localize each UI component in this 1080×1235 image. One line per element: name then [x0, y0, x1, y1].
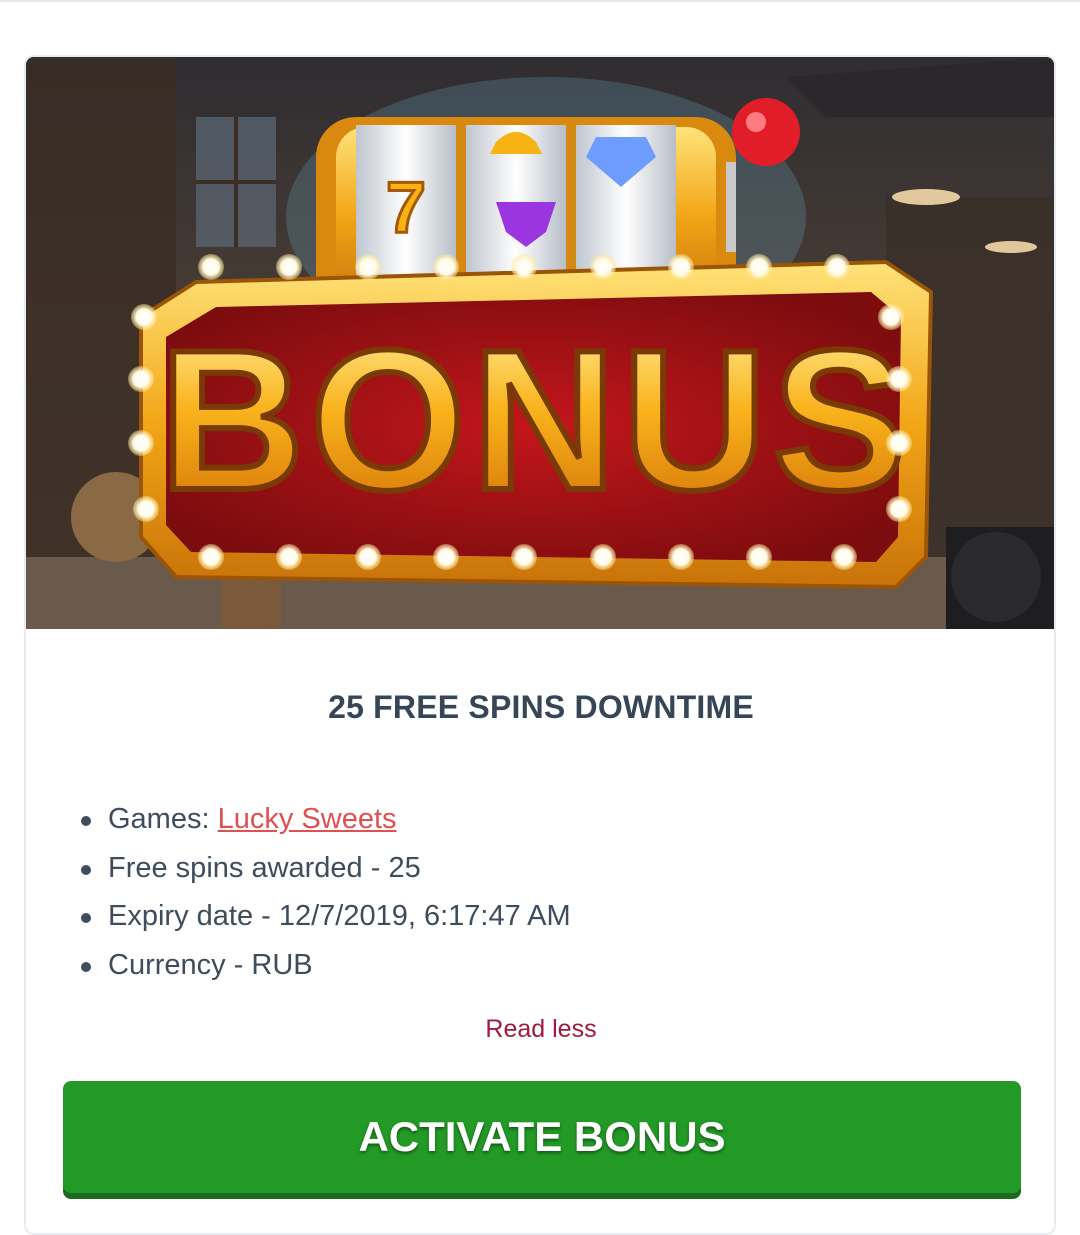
svg-text:7: 7 — [386, 168, 426, 248]
activate-bonus-button[interactable]: ACTIVATE BONUS — [63, 1081, 1021, 1193]
detail-games: Games: Lucky Sweets — [81, 799, 571, 848]
bonus-title: 25 FREE SPINS DOWNTIME — [328, 689, 754, 725]
bonus-details-list: Games: Lucky Sweets Free spins awarded -… — [81, 799, 571, 993]
bonus-card: 7 BONUS 25 FREE SPINS DOWNTIME Games: Lu… — [24, 55, 1056, 1235]
bullet-icon — [81, 864, 91, 875]
expiry-text: Expiry date - 12/7/2019, 6:17:47 AM — [108, 900, 571, 932]
detail-expiry: Expiry date - 12/7/2019, 6:17:47 AM — [81, 896, 571, 945]
bullet-icon — [81, 961, 91, 972]
bonus-banner-illustration: 7 BONUS — [26, 57, 1054, 629]
game-link-lucky-sweets[interactable]: Lucky Sweets — [218, 803, 397, 835]
activate-bonus-label: ACTIVATE BONUS — [358, 1113, 726, 1160]
read-less-link[interactable]: Read less — [26, 1015, 1054, 1044]
free-spins-text: Free spins awarded - 25 — [108, 851, 421, 884]
currency-text: Currency - RUB — [108, 948, 313, 981]
bullet-icon — [81, 913, 91, 923]
bullet-icon — [81, 816, 91, 826]
top-divider — [0, 0, 1080, 2]
games-label: Games: — [108, 803, 210, 835]
detail-free-spins: Free spins awarded - 25 — [81, 848, 571, 897]
bonus-banner-image: 7 BONUS — [26, 57, 1054, 629]
bonus-banner-text: BONUS — [160, 309, 912, 532]
detail-currency: Currency - RUB — [81, 945, 571, 994]
